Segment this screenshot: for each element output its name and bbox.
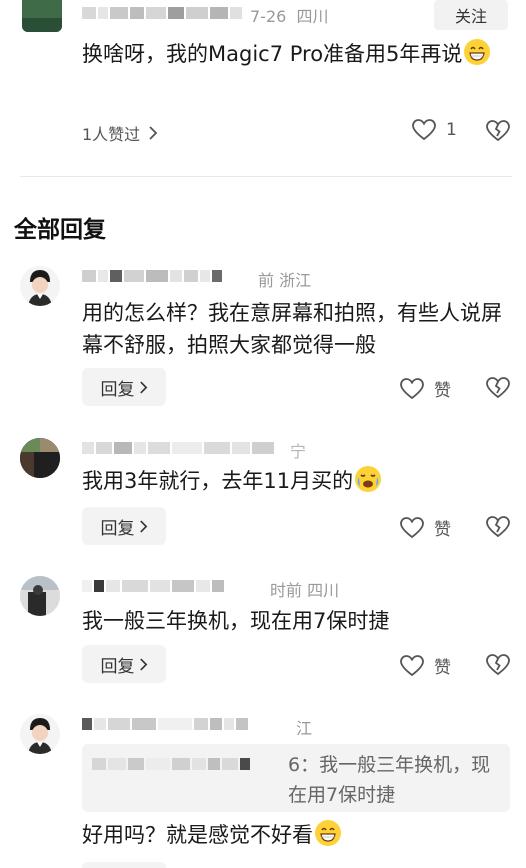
comment-meta: 前 浙江 — [258, 271, 312, 290]
username-redacted[interactable] — [82, 578, 226, 594]
broken-heart-icon — [486, 654, 510, 676]
username-redacted — [92, 756, 252, 772]
dislike-button[interactable] — [486, 120, 510, 146]
avatar[interactable] — [20, 714, 60, 754]
comment-date: 7-26 — [250, 7, 287, 26]
crying-laughing-emoji — [355, 466, 382, 492]
broken-heart-icon — [486, 516, 510, 538]
username-redacted[interactable] — [82, 268, 224, 284]
like-button[interactable]: 赞 — [400, 515, 451, 540]
username-redacted[interactable] — [82, 5, 244, 21]
chevron-right-icon — [148, 126, 158, 140]
reply-button[interactable]: 回复 — [82, 368, 166, 406]
dislike-button[interactable] — [486, 516, 510, 542]
broken-heart-icon — [486, 377, 510, 399]
section-title: 全部回复 — [14, 217, 106, 243]
like-button[interactable]: 赞 — [400, 653, 451, 678]
grinning-emoji — [464, 39, 491, 65]
comment-location: 四川 — [296, 7, 329, 26]
like-button[interactable]: 赞 — [400, 376, 451, 401]
heart-icon — [412, 119, 436, 141]
comment-text: 我一般三年换机，现在用7保时捷 — [82, 609, 390, 633]
comment-meta: 宁 — [290, 442, 307, 461]
heart-icon — [400, 516, 424, 539]
username-redacted[interactable] — [82, 440, 276, 456]
chevron-right-icon — [139, 381, 148, 394]
comment-text: 换啥呀，我的Magic7 Pro准备用5年再说 — [82, 38, 508, 71]
follow-button[interactable]: 关注 — [434, 0, 508, 30]
grinning-emoji — [315, 820, 341, 846]
reply-button[interactable]: 回复 — [82, 645, 166, 683]
broken-heart-icon — [486, 120, 510, 142]
reply-button-partial[interactable] — [82, 862, 166, 868]
avatar[interactable] — [20, 576, 60, 616]
chevron-right-icon — [139, 520, 148, 533]
heart-icon — [400, 654, 424, 677]
avatar[interactable] — [20, 438, 60, 478]
chevron-right-icon — [139, 658, 148, 671]
comment-meta: 江 — [296, 719, 313, 738]
like-button[interactable]: 1 — [412, 119, 457, 141]
quoted-reply[interactable]: 6：我一般三年换机，现在用7保时捷 — [82, 744, 510, 812]
divider — [20, 176, 512, 177]
avatar[interactable] — [22, 0, 62, 32]
comment-text: 用的怎么样？我在意屏幕和拍照，有些人说屏幕不舒服，拍照大家都觉得一般 — [82, 301, 502, 357]
reply-button[interactable]: 回复 — [82, 507, 166, 545]
comment-meta: 7-26 四川 — [250, 3, 329, 27]
comment-text: 好用吗？就是感觉不好看 — [82, 820, 508, 851]
likes-summary[interactable]: 1人赞过 — [82, 121, 158, 145]
dislike-button[interactable] — [486, 377, 510, 403]
like-count: 1 — [446, 120, 457, 140]
dislike-button[interactable] — [486, 654, 510, 680]
username-redacted[interactable] — [82, 716, 250, 732]
heart-icon — [400, 377, 424, 400]
avatar[interactable] — [20, 266, 60, 306]
comment-text: 我用3年就行，去年11月买的 — [82, 466, 508, 497]
comment-meta: 时前 四川 — [270, 581, 340, 600]
